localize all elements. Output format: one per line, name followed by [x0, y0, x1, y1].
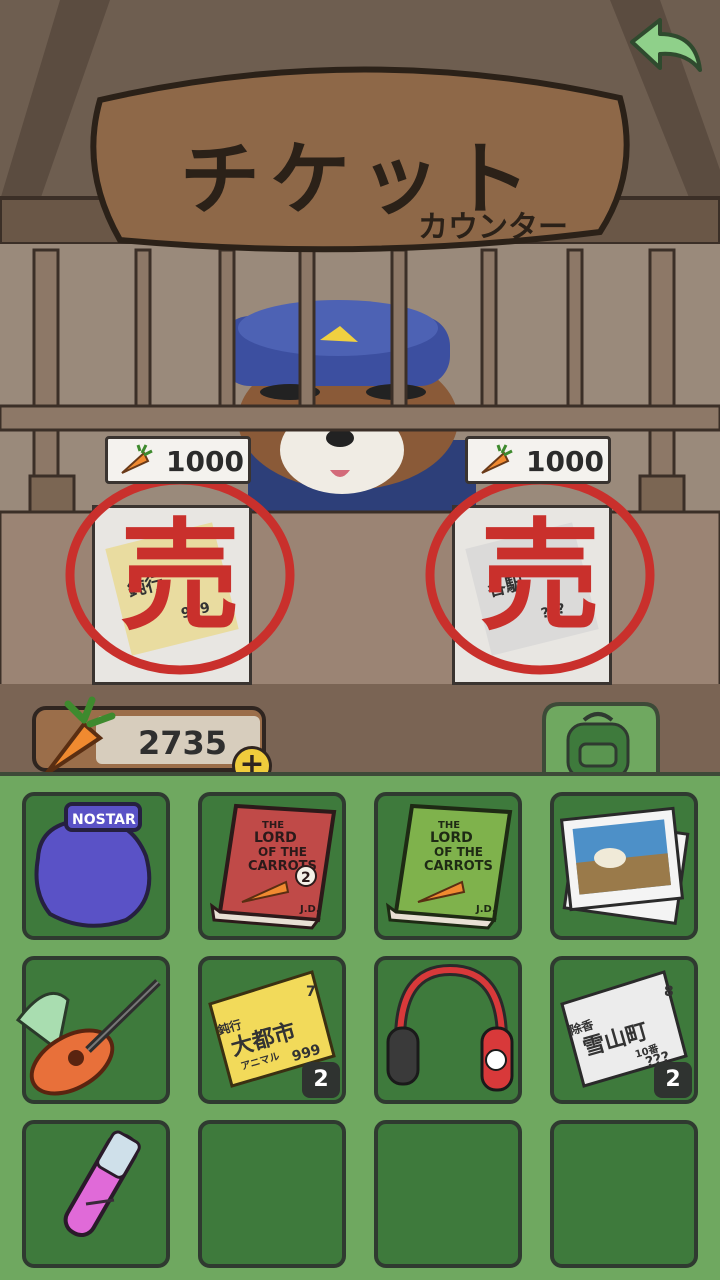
price-1-value: 1000 — [166, 445, 244, 478]
inventory-slot-11[interactable] — [374, 1120, 522, 1268]
stamp-2-text: 売 — [480, 508, 600, 647]
potion-vial-icon — [63, 1130, 141, 1238]
price-tag-2[interactable]: 1000 — [465, 436, 611, 484]
sold-stamp-1: 売 — [65, 475, 295, 675]
svg-text:8: 8 — [664, 984, 674, 1000]
inventory-slot-3[interactable]: THE LORD OF THE CARROTS J.D. — [374, 792, 522, 940]
inventory-slot-12[interactable] — [550, 1120, 698, 1268]
sold-stamp-2: 売 — [425, 475, 655, 675]
gloves-text: NOSTAR — [72, 812, 136, 828]
back-arrow-icon — [630, 18, 702, 72]
svg-text:CARROTS: CARROTS — [424, 859, 493, 874]
inventory-slot-6[interactable]: 鈍行 大都市 アニマル 999 7 2 — [198, 956, 346, 1104]
svg-text:LORD: LORD — [254, 830, 297, 846]
svg-text:J.D.: J.D. — [475, 904, 496, 915]
carrot-icon — [481, 444, 513, 474]
inventory-slot-8[interactable]: 除香 雪山町 10番 ??? 8 2 — [550, 956, 698, 1104]
inventory-panel: NOSTAR THE LORD OF THE CARROTS 2 J.D. TH — [0, 772, 720, 1280]
price-tag-1[interactable]: 1000 — [105, 436, 251, 484]
red-book-icon: THE LORD OF THE CARROTS 2 J.D. — [210, 803, 337, 930]
inventory-slot-5[interactable] — [15, 956, 170, 1104]
ukulele-icon — [15, 979, 161, 1096]
svg-text:LORD: LORD — [430, 830, 473, 846]
carrot-icon — [121, 444, 153, 474]
boxing-gloves-icon: NOSTAR — [34, 802, 152, 928]
carrot-count-value: 2735 — [138, 724, 228, 762]
sign-title: チケット — [180, 133, 540, 226]
stamp-1-text: 売 — [120, 508, 240, 647]
headphones-icon — [386, 963, 514, 1092]
svg-text:OF THE: OF THE — [258, 845, 307, 859]
ticket-counter-scene: チケット カウンター 鈍行 999 売 1000 各駅 ??? 売 1000 2… — [0, 0, 720, 1280]
sign-subtitle: カウンター — [418, 210, 568, 245]
item-count-badge: 2 — [654, 1062, 692, 1098]
inventory-slot-7[interactable] — [374, 956, 522, 1104]
price-2-value: 1000 — [526, 445, 604, 478]
photos-icon — [559, 806, 690, 926]
inventory-slot-10[interactable] — [198, 1120, 346, 1268]
inventory-slot-2[interactable]: THE LORD OF THE CARROTS 2 J.D. — [198, 792, 346, 940]
inventory-slot-4[interactable] — [550, 792, 698, 940]
svg-text:J.D.: J.D. — [299, 904, 320, 915]
inventory-slot-9[interactable] — [22, 1120, 170, 1268]
svg-text:OF THE: OF THE — [434, 845, 483, 859]
svg-text:2: 2 — [301, 870, 311, 886]
back-button[interactable] — [618, 12, 708, 84]
inventory-slot-1[interactable]: NOSTAR — [22, 792, 170, 940]
green-book-icon: THE LORD OF THE CARROTS J.D. — [386, 803, 513, 930]
item-count-badge: 2 — [302, 1062, 340, 1098]
svg-text:7: 7 — [306, 984, 316, 1000]
